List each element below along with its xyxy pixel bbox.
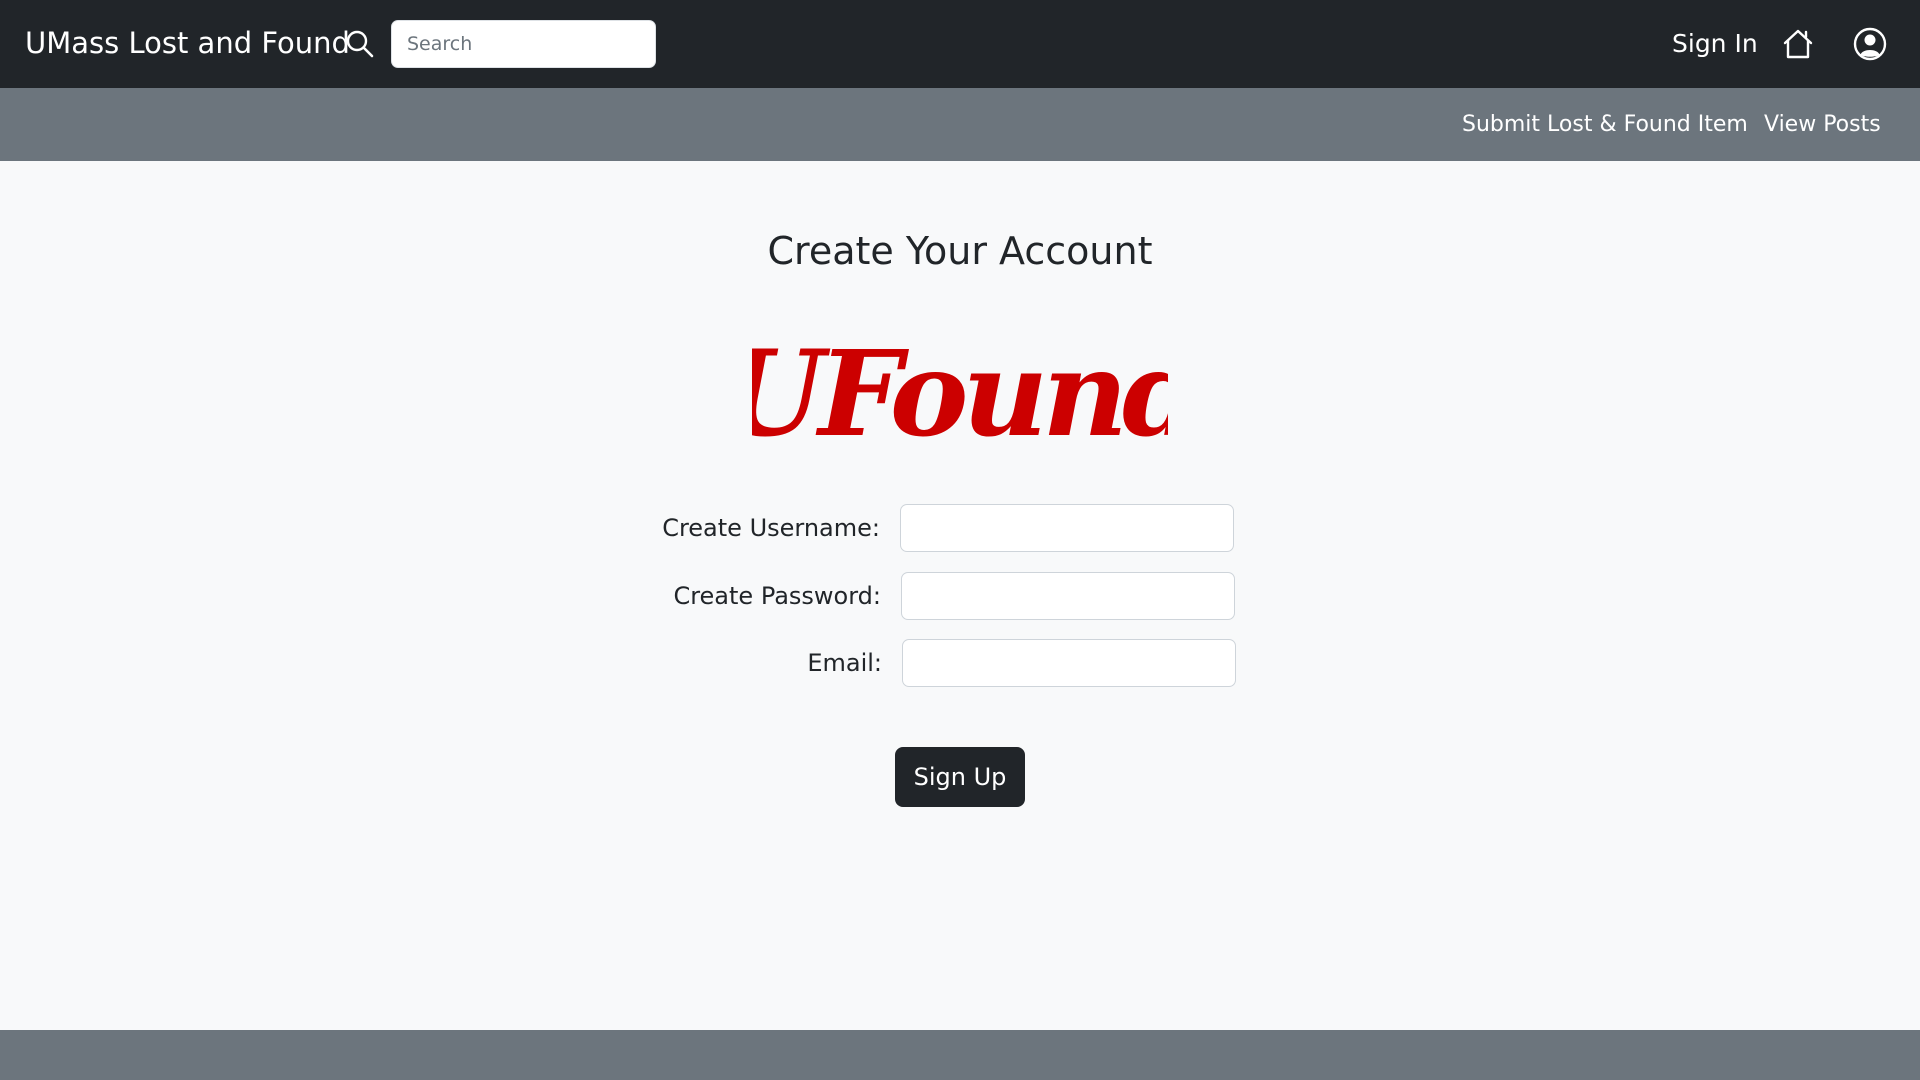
top-navbar: UMass Lost and Found Sign In — [0, 0, 1920, 88]
search-icon[interactable] — [344, 28, 376, 60]
password-row: Create Password: — [0, 572, 1920, 620]
brand-link[interactable]: UMass Lost and Found — [25, 24, 350, 62]
username-label: Create Username: — [662, 514, 880, 542]
sign-in-link[interactable]: Sign In — [1672, 27, 1758, 61]
submit-item-link[interactable]: Submit Lost & Found Item — [1462, 110, 1748, 140]
password-input[interactable] — [901, 572, 1235, 620]
email-input[interactable] — [902, 639, 1236, 687]
email-row: Email: — [0, 639, 1920, 687]
secondary-navbar: Submit Lost & Found Item View Posts — [0, 88, 1920, 161]
footer-bar — [0, 1030, 1920, 1080]
view-posts-link[interactable]: View Posts — [1764, 110, 1881, 140]
username-row: Create Username: — [0, 504, 1920, 552]
user-circle-icon[interactable] — [1852, 26, 1888, 62]
password-label: Create Password: — [673, 582, 881, 610]
page-title: Create Your Account — [767, 229, 1153, 273]
home-icon[interactable] — [1780, 26, 1816, 62]
ufound-logo-text: UFound — [752, 325, 1168, 455]
username-input[interactable] — [900, 504, 1234, 552]
search-input[interactable] — [391, 20, 656, 68]
email-label: Email: — [807, 649, 882, 677]
ufound-logo: UFound — [752, 325, 1168, 455]
sign-up-button[interactable]: Sign Up — [895, 747, 1025, 807]
